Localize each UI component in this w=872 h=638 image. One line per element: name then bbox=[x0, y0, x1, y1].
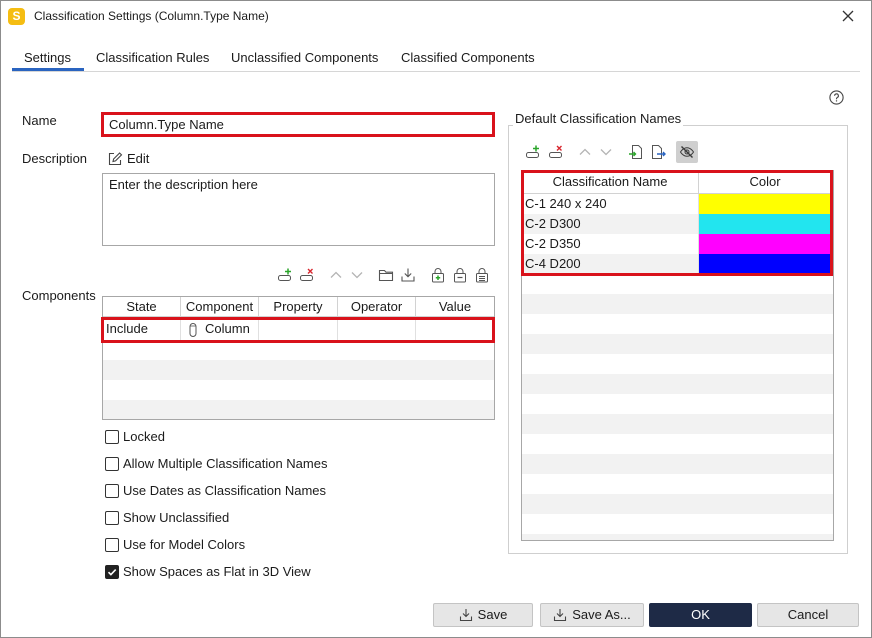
flat-spaces-checkbox[interactable] bbox=[105, 565, 119, 579]
color-swatch[interactable] bbox=[699, 214, 831, 234]
classification-name-cell[interactable]: C-2 D350 bbox=[522, 234, 699, 254]
column-header-operator[interactable]: Operator bbox=[338, 297, 416, 316]
table-body: C-1 240 x 240 C-2 D300 C-2 D350 C-4 D200 bbox=[522, 194, 833, 540]
operator-cell[interactable] bbox=[338, 318, 416, 340]
app-logo-letter: S bbox=[12, 9, 21, 23]
lock-add-icon[interactable] bbox=[430, 267, 446, 283]
components-label: Components bbox=[22, 288, 96, 303]
empty-rows bbox=[103, 340, 494, 419]
table-header: State Component Property Operator Value bbox=[103, 297, 494, 317]
color-swatch[interactable] bbox=[699, 194, 831, 214]
tab-classified-components[interactable]: Classified Components bbox=[401, 50, 535, 66]
move-down-icon[interactable] bbox=[349, 267, 365, 283]
color-swatch[interactable] bbox=[699, 234, 831, 254]
table-row[interactable]: C-2 D300 bbox=[522, 214, 833, 234]
lock-icon[interactable] bbox=[452, 267, 468, 283]
export-icon[interactable] bbox=[650, 144, 666, 160]
classification-names-table: Classification Name Color C-1 240 x 240 … bbox=[521, 170, 834, 541]
column-icon bbox=[189, 322, 197, 337]
add-row-icon[interactable] bbox=[277, 267, 293, 283]
import-icon[interactable] bbox=[628, 144, 644, 160]
tab-unclassified-components[interactable]: Unclassified Components bbox=[231, 50, 378, 66]
tab-classification-rules[interactable]: Classification Rules bbox=[96, 50, 209, 66]
save-icon bbox=[459, 608, 473, 622]
table-header: Classification Name Color bbox=[522, 171, 833, 194]
group-title: Default Classification Names bbox=[513, 111, 684, 127]
column-header-property[interactable]: Property bbox=[259, 297, 338, 316]
table-row[interactable]: C-2 D350 bbox=[522, 234, 833, 254]
edit-button[interactable]: Edit bbox=[127, 151, 149, 167]
add-row-icon[interactable] bbox=[525, 144, 541, 160]
model-colors-checkbox[interactable] bbox=[105, 538, 119, 552]
table-row[interactable]: C-1 240 x 240 bbox=[522, 194, 833, 214]
table-row[interactable]: Include Column bbox=[103, 318, 494, 340]
save-button[interactable]: Save bbox=[433, 603, 533, 627]
color-swatch[interactable] bbox=[699, 254, 831, 274]
tab-settings[interactable]: Settings bbox=[24, 50, 71, 66]
cancel-button[interactable]: Cancel bbox=[757, 603, 859, 627]
help-icon[interactable] bbox=[829, 90, 844, 105]
name-label: Name bbox=[22, 113, 57, 128]
component-name: Column bbox=[205, 321, 250, 336]
save-as-button[interactable]: Save As... bbox=[540, 603, 644, 627]
ok-button[interactable]: OK bbox=[649, 603, 752, 627]
window-title: Classification Settings (Column.Type Nam… bbox=[34, 9, 269, 23]
save-label: Save bbox=[477, 607, 508, 622]
property-cell[interactable] bbox=[259, 318, 338, 340]
tab-bar-divider bbox=[12, 71, 860, 72]
locked-label[interactable]: Locked bbox=[123, 429, 165, 445]
use-dates-label[interactable]: Use Dates as Classification Names bbox=[123, 483, 326, 499]
component-cell[interactable]: Column bbox=[181, 318, 259, 340]
move-up-icon[interactable] bbox=[328, 267, 344, 283]
name-field[interactable]: Column.Type Name bbox=[101, 112, 495, 137]
save-as-icon bbox=[553, 608, 567, 622]
value-cell[interactable] bbox=[416, 318, 494, 340]
classification-name-cell[interactable]: C-2 D300 bbox=[522, 214, 699, 234]
edit-pencil-icon[interactable] bbox=[107, 151, 123, 167]
description-label: Description bbox=[22, 151, 88, 166]
move-up-icon[interactable] bbox=[577, 144, 593, 160]
download-icon[interactable] bbox=[400, 267, 416, 283]
use-dates-checkbox[interactable] bbox=[105, 484, 119, 498]
move-down-icon[interactable] bbox=[598, 144, 614, 160]
allow-multiple-names-checkbox[interactable] bbox=[105, 457, 119, 471]
remove-row-icon[interactable] bbox=[299, 267, 315, 283]
column-header-state[interactable]: State bbox=[103, 297, 181, 316]
close-icon[interactable] bbox=[840, 8, 856, 24]
classification-name-cell[interactable]: C-1 240 x 240 bbox=[522, 194, 699, 214]
locked-checkbox[interactable] bbox=[105, 430, 119, 444]
app-logo-icon: S bbox=[8, 8, 25, 25]
description-field[interactable]: Enter the description here bbox=[102, 173, 495, 246]
save-as-label: Save As... bbox=[572, 607, 631, 622]
lock-list-icon[interactable] bbox=[474, 267, 490, 283]
flat-spaces-label[interactable]: Show Spaces as Flat in 3D View bbox=[123, 564, 311, 580]
column-header-classification-name[interactable]: Classification Name bbox=[522, 171, 699, 193]
column-header-color[interactable]: Color bbox=[699, 171, 831, 193]
remove-row-icon[interactable] bbox=[548, 144, 564, 160]
column-header-value[interactable]: Value bbox=[416, 297, 494, 316]
allow-multiple-names-label[interactable]: Allow Multiple Classification Names bbox=[123, 456, 327, 472]
classification-name-cell[interactable]: C-4 D200 bbox=[522, 254, 699, 274]
components-table: State Component Property Operator Value … bbox=[102, 296, 495, 420]
active-tab-indicator bbox=[12, 68, 84, 71]
show-unclassified-checkbox[interactable] bbox=[105, 511, 119, 525]
model-colors-label[interactable]: Use for Model Colors bbox=[123, 537, 245, 553]
show-unclassified-label[interactable]: Show Unclassified bbox=[123, 510, 229, 526]
column-header-component[interactable]: Component bbox=[181, 297, 259, 316]
hide-icon[interactable] bbox=[679, 144, 695, 160]
state-cell[interactable]: Include bbox=[103, 318, 181, 340]
open-folder-icon[interactable] bbox=[378, 267, 394, 283]
table-row[interactable]: C-4 D200 bbox=[522, 254, 833, 274]
